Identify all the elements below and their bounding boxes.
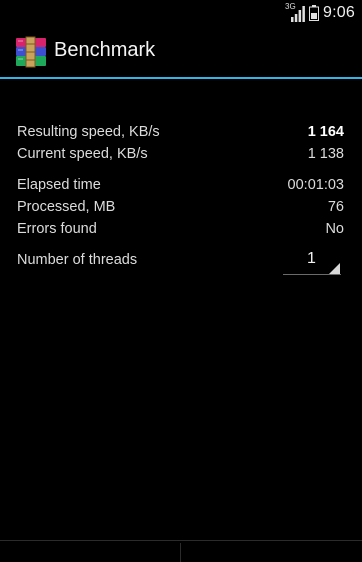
stat-value: 1 138 xyxy=(307,146,344,162)
stat-label: Errors found xyxy=(17,221,97,237)
stat-value: 1 164 xyxy=(307,124,344,140)
status-bar: 3G 9:06 xyxy=(0,0,362,25)
threads-row: Number of threads xyxy=(17,249,267,271)
stat-label: Processed, MB xyxy=(17,199,116,215)
clock: 9:06 xyxy=(323,4,355,21)
stat-row-resulting-speed: Resulting speed, KB/s 1 164 xyxy=(17,121,344,143)
bottom-divider xyxy=(0,540,362,541)
stat-label: Elapsed time xyxy=(17,177,101,193)
stat-label: Resulting speed, KB/s xyxy=(17,124,160,140)
bottom-separator xyxy=(180,543,181,562)
page-title: Benchmark xyxy=(54,39,156,61)
stat-row-current-speed: Current speed, KB/s 1 138 xyxy=(17,143,344,165)
winrar-books-icon[interactable] xyxy=(15,36,47,68)
spinner-corner-icon xyxy=(329,263,340,274)
stat-value: 76 xyxy=(327,199,344,215)
stat-row-errors: Errors found No xyxy=(17,218,344,240)
action-bar-divider xyxy=(0,77,362,79)
threads-spinner[interactable]: 1 xyxy=(281,247,341,277)
stat-row-elapsed-time: Elapsed time 00:01:03 xyxy=(17,174,344,196)
stat-label: Current speed, KB/s xyxy=(17,146,148,162)
status-indicators: 3G 9:06 xyxy=(285,2,355,23)
stat-row-processed: Processed, MB 76 xyxy=(17,196,344,218)
battery-icon xyxy=(309,5,320,21)
threads-value: 1 xyxy=(307,250,316,267)
stat-value: 00:01:03 xyxy=(287,177,344,193)
stat-value: No xyxy=(325,221,344,237)
action-bar: Benchmark xyxy=(0,25,362,77)
signal-icon: 3G xyxy=(285,2,305,22)
bottom-button-bar xyxy=(0,540,362,562)
threads-label: Number of threads xyxy=(17,252,138,268)
spinner-underline xyxy=(283,274,341,275)
